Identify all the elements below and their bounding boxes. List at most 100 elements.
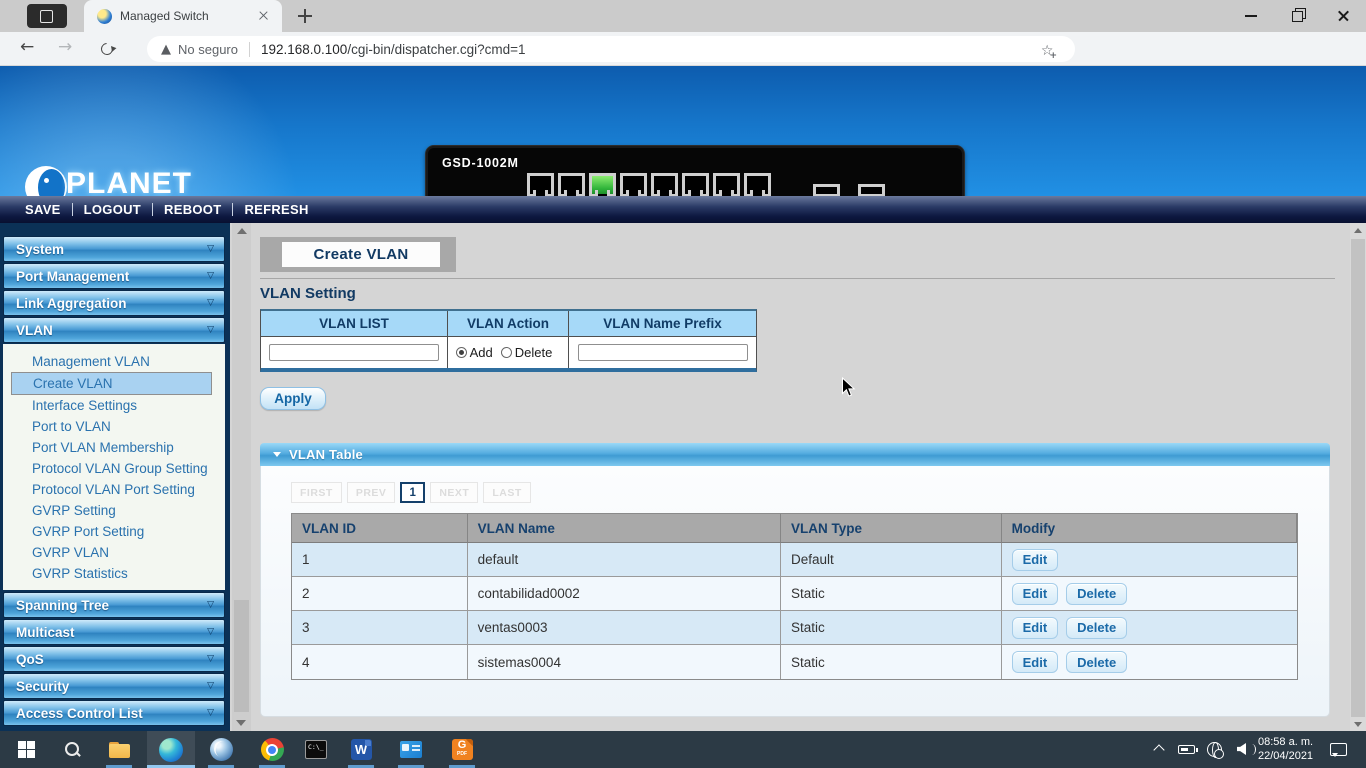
- sidebar-item-port-to-vlan[interactable]: Port to VLAN: [3, 416, 225, 437]
- logout-link[interactable]: LOGOUT: [84, 202, 141, 217]
- sidebar-item-gvrp-setting[interactable]: GVRP Setting: [3, 500, 225, 521]
- chrome-icon[interactable]: [248, 731, 296, 768]
- delete-button[interactable]: Delete: [1066, 651, 1127, 673]
- sidebar-section-multicast[interactable]: Multicast▽: [3, 619, 225, 645]
- pager-page-1-button[interactable]: 1: [400, 482, 425, 503]
- sidebar-section-system[interactable]: System▽: [3, 236, 225, 262]
- action-center-icon[interactable]: [1330, 743, 1347, 756]
- edit-button[interactable]: Edit: [1012, 651, 1059, 673]
- cell-vlan-name: ventas0003: [468, 611, 781, 645]
- pager-first-button[interactable]: FIRST: [291, 482, 342, 503]
- delete-button[interactable]: Delete: [1066, 583, 1127, 605]
- minimize-button[interactable]: [1228, 0, 1274, 32]
- panel-header[interactable]: VLAN Table: [260, 443, 1330, 466]
- sidebar-item-protocol-vlan-group-setting[interactable]: Protocol VLAN Group Setting: [3, 458, 225, 479]
- word-icon[interactable]: W: [337, 731, 385, 768]
- command-prompt-icon[interactable]: C:\_: [292, 731, 340, 768]
- tab-close-icon[interactable]: [256, 8, 272, 24]
- panel-title: VLAN Table: [289, 447, 363, 462]
- sidebar-section-access-control-list[interactable]: Access Control List▽: [3, 700, 225, 726]
- edge-browser-icon[interactable]: [147, 731, 195, 768]
- section-heading: VLAN Setting: [260, 285, 356, 302]
- browser-app-icon[interactable]: [27, 4, 67, 28]
- radio-delete[interactable]: [501, 347, 512, 358]
- cell-vlan-id: 3: [292, 611, 468, 645]
- sidebar-item-management-vlan[interactable]: Management VLAN: [3, 351, 225, 372]
- sidebar-item-gvrp-statistics[interactable]: GVRP Statistics: [3, 563, 225, 584]
- sidebar-section-security[interactable]: Security▽: [3, 673, 225, 699]
- divider: [260, 278, 1335, 279]
- content-scrollbar[interactable]: [1350, 223, 1366, 731]
- delete-button[interactable]: Delete: [1066, 617, 1127, 639]
- sidebar-item-protocol-vlan-port-setting[interactable]: Protocol VLAN Port Setting: [3, 479, 225, 500]
- search-icon[interactable]: [48, 731, 96, 768]
- panel-body: FIRST PREV 1 NEXT LAST VLAN ID VLAN Name…: [260, 466, 1330, 717]
- sidebar-section-qos[interactable]: QoS▽: [3, 646, 225, 672]
- scroll-up-icon[interactable]: [1354, 228, 1362, 233]
- url-text[interactable]: 192.168.0.100/cgi-bin/dispatcher.cgi?cmd…: [261, 42, 526, 57]
- volume-icon[interactable]: [1237, 743, 1246, 755]
- vlan-setting-table: VLAN LIST VLAN Action VLAN Name Prefix A…: [260, 309, 757, 372]
- apply-button[interactable]: Apply: [260, 387, 326, 410]
- reboot-link[interactable]: REBOOT: [164, 202, 221, 217]
- winbox-sphere-icon[interactable]: [197, 731, 245, 768]
- radio-add-label[interactable]: Add: [470, 345, 493, 360]
- sidebar-section-spanning-tree[interactable]: Spanning Tree▽: [3, 592, 225, 618]
- sidebar-item-create-vlan[interactable]: Create VLAN: [11, 372, 212, 395]
- taskbar-clock[interactable]: 08:58 a. m. 22/04/2021: [1258, 736, 1322, 763]
- scroll-up-icon[interactable]: [237, 228, 247, 234]
- chevron-down-icon: ▽: [207, 298, 214, 308]
- battery-icon[interactable]: [1178, 745, 1195, 754]
- chevron-down-icon: ▽: [207, 271, 214, 281]
- collapse-triangle-icon[interactable]: [273, 452, 281, 457]
- file-explorer-icon[interactable]: [95, 731, 143, 768]
- edit-button[interactable]: Edit: [1012, 549, 1059, 571]
- tray-expand-icon[interactable]: [1153, 744, 1164, 755]
- sidebar-item-port-vlan-membership[interactable]: Port VLAN Membership: [3, 437, 225, 458]
- sidebar-section-vlan[interactable]: VLAN▽: [3, 317, 225, 343]
- scroll-down-icon[interactable]: [1354, 722, 1362, 727]
- browser-tab[interactable]: Managed Switch: [84, 0, 282, 32]
- page-title: Create VLAN: [282, 242, 440, 267]
- table-row: 1 default Default Edit: [292, 543, 1297, 577]
- table-row: 3 ventas0003 Static EditDelete: [292, 611, 1297, 645]
- gpdf-app-icon[interactable]: GPDF: [438, 731, 486, 768]
- forward-icon[interactable]: →: [58, 37, 72, 57]
- tab-title: Managed Switch: [120, 9, 256, 23]
- sidebar-item-gvrp-port-setting[interactable]: GVRP Port Setting: [3, 521, 225, 542]
- refresh-link[interactable]: REFRESH: [244, 202, 308, 217]
- sidebar-item-interface-settings[interactable]: Interface Settings: [3, 395, 225, 416]
- edit-button[interactable]: Edit: [1012, 617, 1059, 639]
- table-row: 2 contabilidad0002 Static EditDelete: [292, 577, 1297, 611]
- main-content: Create VLAN VLAN Setting VLAN LIST VLAN …: [251, 223, 1350, 731]
- radio-add[interactable]: [456, 347, 467, 358]
- sidebar-item-gvrp-vlan[interactable]: GVRP VLAN: [3, 542, 225, 563]
- pager-next-button[interactable]: NEXT: [430, 482, 478, 503]
- add-favorite-icon[interactable]: ☆+: [1041, 44, 1061, 60]
- screen: Managed Switch ← → ▲ No seguro 192.168.0…: [0, 0, 1366, 768]
- scrollbar-thumb[interactable]: [234, 600, 249, 712]
- close-button[interactable]: [1320, 0, 1366, 32]
- restore-button[interactable]: [1274, 0, 1320, 32]
- scroll-down-icon[interactable]: [236, 720, 246, 726]
- save-link[interactable]: SAVE: [25, 202, 61, 217]
- sidebar-section-link-aggregation[interactable]: Link Aggregation▽: [3, 290, 225, 316]
- vlan-table-panel: VLAN Table FIRST PREV 1 NEXT LAST VLAN I…: [260, 443, 1330, 717]
- start-button[interactable]: [2, 731, 50, 768]
- radio-delete-label[interactable]: Delete: [515, 345, 553, 360]
- network-icon[interactable]: [1207, 742, 1222, 757]
- vlan-list-input[interactable]: [269, 344, 439, 361]
- pager-last-button[interactable]: LAST: [483, 482, 530, 503]
- contact-card-app-icon[interactable]: [387, 731, 435, 768]
- security-label[interactable]: No seguro: [178, 42, 238, 57]
- pager-prev-button[interactable]: PREV: [347, 482, 396, 503]
- edit-button[interactable]: Edit: [1012, 583, 1059, 605]
- new-tab-button[interactable]: [298, 9, 312, 23]
- sidebar-scrollbar[interactable]: [232, 223, 251, 731]
- reload-icon[interactable]: [99, 41, 116, 58]
- sidebar-section-port-management[interactable]: Port Management▽: [3, 263, 225, 289]
- back-icon[interactable]: ←: [20, 37, 34, 57]
- vlan-name-prefix-input[interactable]: [578, 344, 748, 361]
- scrollbar-thumb[interactable]: [1351, 239, 1365, 717]
- address-bar[interactable]: ▲ No seguro 192.168.0.100/cgi-bin/dispat…: [147, 36, 1075, 62]
